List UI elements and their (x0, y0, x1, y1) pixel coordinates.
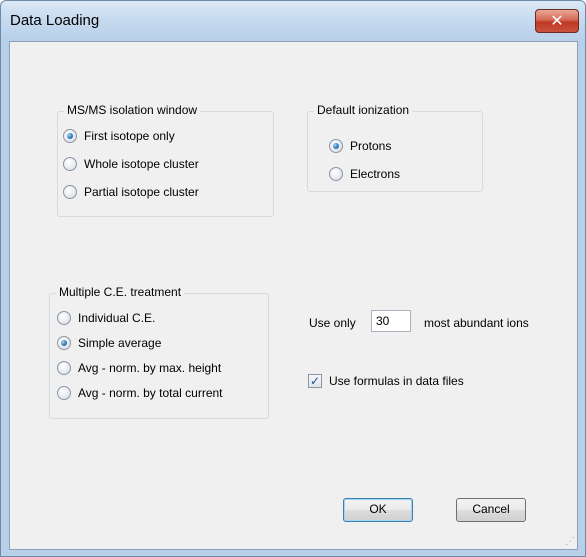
radio-label: Protons (350, 139, 392, 153)
radio-button-icon[interactable] (63, 129, 77, 143)
ok-button[interactable]: OK (343, 498, 413, 522)
msms-isolation-group: MS/MS isolation window First isotope onl… (57, 103, 274, 217)
radio-button-icon[interactable] (57, 336, 71, 350)
radio-simple-average[interactable]: Simple average (57, 335, 161, 351)
radio-whole-isotope-cluster[interactable]: Whole isotope cluster (63, 156, 199, 172)
close-icon[interactable]: ✕ (535, 9, 579, 33)
title-bar[interactable]: Data Loading ✕ (1, 1, 585, 41)
dialog-window: Data Loading ✕ MS/MS isolation window Fi… (0, 0, 586, 557)
radio-button-icon[interactable] (63, 185, 77, 199)
checkmark-icon[interactable]: ✓ (308, 374, 322, 388)
ionization-group-label: Default ionization (314, 103, 413, 117)
radio-label: Partial isotope cluster (84, 185, 199, 199)
radio-label: Electrons (350, 167, 401, 181)
radio-button-icon[interactable] (63, 157, 77, 171)
ce-treatment-group-label: Multiple C.E. treatment (56, 285, 185, 299)
msms-isolation-group-label: MS/MS isolation window (64, 103, 201, 117)
radio-individual-ce[interactable]: Individual C.E. (57, 310, 155, 326)
ce-treatment-group: Multiple C.E. treatment Individual C.E. … (49, 285, 269, 419)
radio-protons[interactable]: Protons (329, 138, 391, 154)
radio-button-icon[interactable] (329, 139, 343, 153)
radio-label: Avg - norm. by total current (78, 386, 223, 400)
radio-button-icon[interactable] (57, 361, 71, 375)
radio-button-icon[interactable] (57, 386, 71, 400)
radio-electrons[interactable]: Electrons (329, 166, 400, 182)
radio-partial-isotope-cluster[interactable]: Partial isotope cluster (63, 184, 199, 200)
dialog-client-area: MS/MS isolation window First isotope onl… (9, 41, 578, 550)
use-formulas-checkbox[interactable]: ✓ Use formulas in data files (308, 373, 464, 389)
radio-label: Whole isotope cluster (84, 157, 199, 171)
ions-prefix-label: Use only (309, 316, 356, 330)
ions-suffix-label: most abundant ions (424, 316, 529, 330)
window-title: Data Loading (10, 12, 100, 29)
resize-grip-icon[interactable]: ⋰ (565, 537, 575, 547)
radio-label: Individual C.E. (78, 311, 156, 325)
radio-avg-norm-total-current[interactable]: Avg - norm. by total current (57, 385, 223, 401)
cancel-button[interactable]: Cancel (456, 498, 526, 522)
radio-label: First isotope only (84, 129, 175, 143)
radio-button-icon[interactable] (57, 311, 71, 325)
radio-button-icon[interactable] (329, 167, 343, 181)
ions-count-input[interactable] (371, 310, 411, 332)
use-formulas-label: Use formulas in data files (329, 374, 464, 388)
ionization-group: Default ionization Protons Electrons (307, 103, 483, 192)
radio-first-isotope-only[interactable]: First isotope only (63, 128, 175, 144)
radio-label: Avg - norm. by max. height (78, 361, 222, 375)
radio-label: Simple average (78, 336, 162, 350)
radio-avg-norm-max-height[interactable]: Avg - norm. by max. height (57, 360, 221, 376)
